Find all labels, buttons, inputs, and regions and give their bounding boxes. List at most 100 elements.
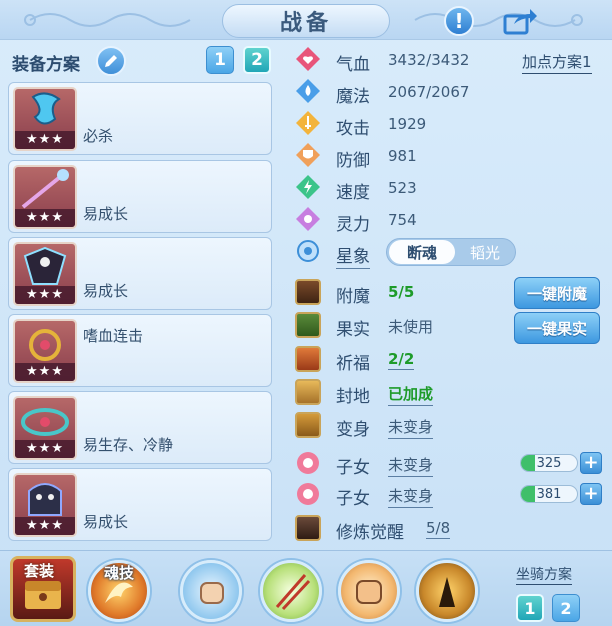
enhancement-value[interactable]: 2/2 [388,350,415,370]
equip-slot-4[interactable]: ★★★ 嗜血连击 [8,314,272,387]
stepper-value: 325 [536,455,562,471]
child-1-plus-button[interactable]: + [580,452,602,474]
equip-slot-3[interactable]: ★★★ 易成长 [8,237,272,310]
star-image-option[interactable]: 韬光 [455,240,515,264]
enhancement-label: 果实 [336,320,370,340]
equip-image: ★★★ [13,242,77,306]
equip-image: ★★★ [13,396,77,460]
star-rating: ★★★ [15,131,75,149]
enhancement-label: 修炼觉醒 [336,523,404,543]
plus-icon: + [583,483,599,504]
enhancement-value[interactable]: 未变身 [388,454,434,477]
skill-slot-1[interactable] [180,560,242,622]
star-rating: ★★★ [15,440,75,458]
magic-drop-icon [296,79,320,103]
mount-tab-1[interactable]: 1 [516,594,544,622]
fruit-all-button[interactable]: 一键果实 [514,312,600,344]
compass-star-icon [297,240,319,262]
equip-name: 易成长 [83,205,129,223]
exclamation-icon: ! [454,9,464,33]
enhancement-label: 祈福 [336,354,370,374]
equip-image: ★★★ [13,165,77,229]
add-point-scheme-link[interactable]: 加点方案1 [522,51,592,74]
sparkle-icon [296,207,320,231]
skill-slot-2[interactable] [260,560,322,622]
star-rating: ★★★ [15,517,75,535]
stat-value-mp: 2067/2067 [388,83,470,101]
child-1-stepper: 325 [520,454,578,472]
fief-icon [295,379,321,405]
enhancement-label: 封地 [336,387,370,407]
stat-label-hp: 气血 [336,55,370,75]
child-2-plus-button[interactable]: + [580,483,602,505]
child-icon [297,483,319,505]
equip-scheme-title: 装备方案 [12,55,80,75]
equip-image: ★★★ [13,473,77,537]
star-image-label[interactable]: 星象 [336,242,370,269]
stat-label-spirit: 灵力 [336,215,370,235]
transform-icon [295,412,321,438]
equip-name: 易生存、冷静 [83,436,174,454]
equip-slot-6[interactable]: ★★★ 易成长 [8,468,272,541]
enhancement-value[interactable]: 未变身 [388,485,434,508]
star-rating: ★★★ [15,286,75,304]
cultivation-icon [295,515,321,541]
equip-name: 必杀 [83,127,114,145]
equip-name: 易成长 [83,513,129,531]
enhancement-label: 附魔 [336,287,370,307]
enhancement-value[interactable]: 已加成 [388,383,434,406]
equip-slot-1[interactable]: ★★★ 必杀 [8,82,272,155]
star-image-toggle[interactable]: 断魂 韬光 [386,238,516,266]
stat-label-mp: 魔法 [336,87,370,107]
equip-name: 易成长 [83,282,129,300]
stat-label-attack: 攻击 [336,119,370,139]
star-rating: ★★★ [15,363,75,381]
stat-label-speed: 速度 [336,183,370,203]
palm-icon [200,582,224,604]
stat-value-attack: 1929 [388,115,427,133]
shield-icon [296,143,320,167]
share-icon [503,9,537,35]
scheme-tab-1[interactable]: 1 [206,46,234,74]
mount-tab-2[interactable]: 2 [552,594,580,622]
enhancement-label: 子女 [336,458,370,478]
enhancement-label: 子女 [336,489,370,509]
soul-skill-label: 魂技 [104,564,135,582]
claw-strike-icon [275,574,311,611]
equip-slot-2[interactable]: ★★★ 易成长 [8,160,272,233]
star-rating: ★★★ [15,209,75,227]
stat-value-defense: 981 [388,147,417,165]
sword-icon [296,111,320,135]
pencil-icon [105,55,117,67]
enhancement-label: 变身 [336,420,370,440]
skill-slot-4[interactable] [416,560,478,622]
enchant-icon [295,279,321,305]
star-image-option-selected[interactable]: 断魂 [389,240,455,264]
skill-slot-3[interactable] [338,560,400,622]
enhancement-value[interactable]: 5/8 [426,519,451,539]
plus-icon: + [583,452,599,473]
suit-label: 套装 [24,562,55,580]
heart-icon [296,47,320,71]
stat-value-hp: 3432/3432 [388,51,470,69]
cloud-ornament-right [414,13,583,27]
stat-value-speed: 523 [388,179,417,197]
scheme-tab-2[interactable]: 2 [243,46,271,74]
enhancement-value: 未使用 [388,318,434,336]
enhancement-value[interactable]: 未变身 [388,416,434,439]
share-button[interactable] [502,6,538,36]
stat-value-spirit: 754 [388,211,417,229]
child-2-stepper: 381 [520,485,578,503]
fist-icon [356,580,382,604]
enhancement-value: 5/5 [388,283,415,301]
warrior-silhouette-icon [439,577,455,607]
equip-slot-5[interactable]: ★★★ 易生存、冷静 [8,391,272,464]
fruit-icon [295,312,321,338]
equip-name: 嗜血连击 [83,327,144,345]
help-button[interactable]: ! [444,6,474,36]
equip-image: ★★★ [13,319,77,383]
mount-scheme-title: 坐骑方案 [516,564,572,585]
enchant-all-button[interactable]: 一键附魔 [514,277,600,309]
stat-label-defense: 防御 [336,151,370,171]
edit-scheme-button[interactable] [96,46,126,76]
